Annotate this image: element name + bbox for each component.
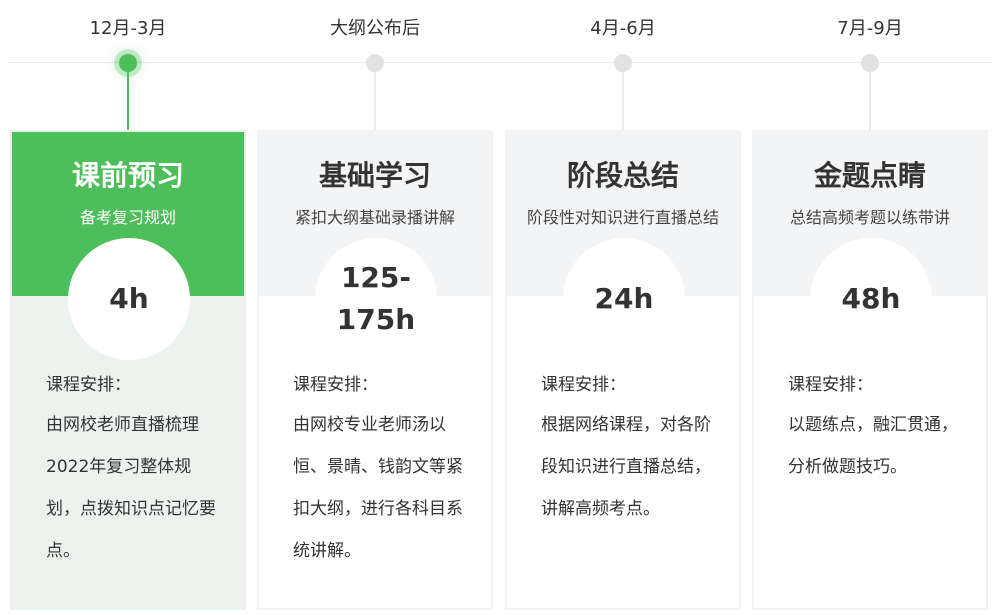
stage-card-golden-questions[interactable]: 7月-9月 金题点睛 总结高频考题以练带讲 48h 课程安排： 以题练点，融汇贯…: [752, 0, 988, 615]
timeline-dot[interactable]: [366, 54, 384, 72]
hours-circle: 48h: [810, 238, 932, 360]
hours-value: 48h: [841, 282, 901, 315]
hours-circle: 4h: [68, 238, 190, 360]
schedule-text: 根据网络课程，对各阶段知识进行直播总结，讲解高频考点。: [541, 415, 711, 519]
stage-subtitle: 阶段性对知识进行直播总结: [526, 208, 719, 227]
schedule-text: 以题练点，融汇贯通，分析做题技巧。: [788, 415, 958, 477]
stage-title: 课前预习: [71, 159, 184, 192]
timeline-connector: [622, 72, 624, 130]
timeline-connector: [127, 72, 129, 130]
stage-card-preview[interactable]: 12月-3月 课前预习 备考复习规划 4h 课程安排： 由网校老师直播梳理202…: [10, 0, 246, 615]
stage-date: 4月-6月: [590, 18, 656, 39]
timeline-dot-active[interactable]: [119, 54, 137, 72]
timeline-dot[interactable]: [861, 54, 879, 72]
timeline-dot[interactable]: [614, 54, 632, 72]
stage-title: 基础学习: [318, 159, 431, 192]
schedule-label: 课程安排：: [541, 375, 626, 395]
stage-title: 金题点睛: [813, 159, 926, 192]
hours-value: 4h: [109, 282, 149, 315]
schedule-label: 课程安排：: [788, 375, 873, 395]
schedule-text: 由网校专业老师汤以恒、景晴、钱韵文等紧扣大纲，进行各科目系统讲解。: [293, 415, 463, 561]
hours-circle: 125-175h: [315, 238, 437, 360]
stage-subtitle: 总结高频考题以练带讲: [789, 208, 950, 227]
stage-card-basic[interactable]: 大纲公布后 基础学习 紧扣大纲基础录播讲解 125-175h 课程安排： 由网校…: [257, 0, 493, 615]
timeline-connector: [869, 72, 871, 130]
stage-subtitle: 紧扣大纲基础录播讲解: [294, 208, 455, 227]
stage-date: 大纲公布后: [330, 18, 420, 39]
schedule-label: 课程安排：: [46, 375, 131, 395]
stage-subtitle: 备考复习规划: [79, 208, 176, 227]
stage-card-summary[interactable]: 4月-6月 阶段总结 阶段性对知识进行直播总结 24h 课程安排： 根据网络课程…: [505, 0, 741, 615]
stage-date: 12月-3月: [89, 18, 167, 39]
stage-card: 金题点睛 总结高频考题以练带讲 48h 课程安排： 以题练点，融汇贯通，分析做题…: [752, 130, 988, 610]
stage-card: 课前预习 备考复习规划 4h 课程安排： 由网校老师直播梳理2022年复习整体规…: [10, 130, 246, 610]
hours-circle: 24h: [563, 238, 685, 360]
stage-title: 阶段总结: [566, 159, 679, 192]
timeline-connector: [374, 72, 376, 130]
schedule-text: 由网校老师直播梳理2022年复习整体规划，点拨知识点记忆要点。: [46, 415, 216, 561]
stage-card: 基础学习 紧扣大纲基础录播讲解 125-175h 课程安排： 由网校专业老师汤以…: [257, 130, 493, 610]
schedule-label: 课程安排：: [293, 375, 378, 395]
hours-value: 24h: [594, 282, 654, 315]
stage-date: 7月-9月: [837, 18, 903, 39]
stage-card: 阶段总结 阶段性对知识进行直播总结 24h 课程安排： 根据网络课程，对各阶段知…: [505, 130, 741, 610]
hours-value: 125-175h: [336, 261, 416, 336]
